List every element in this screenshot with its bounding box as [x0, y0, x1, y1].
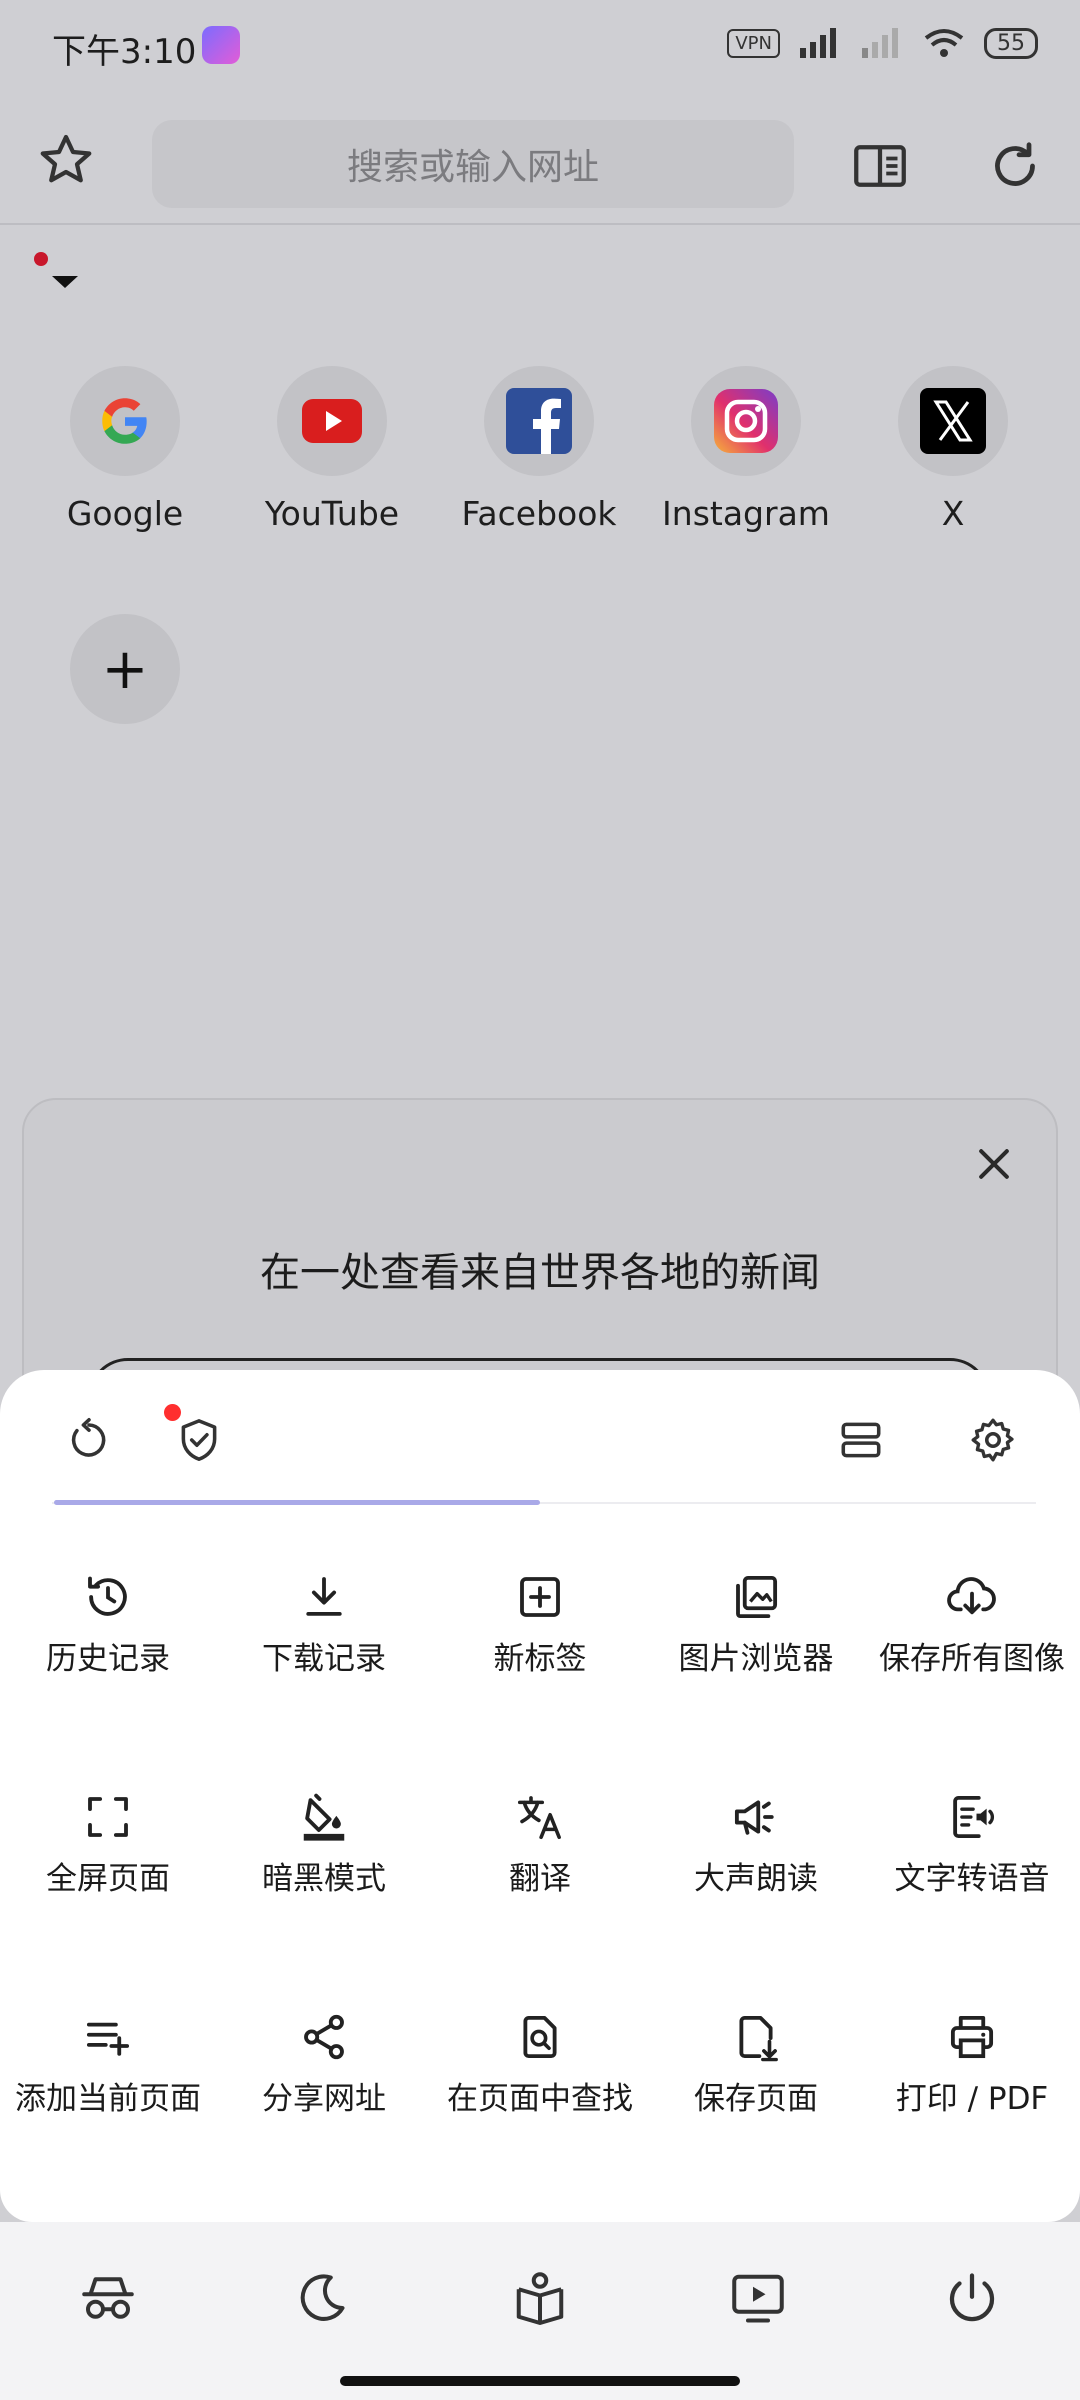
shortcut-label: Google — [66, 494, 184, 533]
menu-item-label: 打印 / PDF — [895, 2081, 1049, 2117]
menu-item-image-viewer[interactable]: 图片浏览器 — [648, 1570, 864, 1680]
menu-item-share-url[interactable]: 分享网址 — [216, 2010, 432, 2120]
menu-item-label: 添加当前页面 — [15, 2081, 201, 2117]
menu-item-label: 下载记录 — [262, 1641, 386, 1677]
wifi-icon — [922, 26, 966, 60]
menu-item-label: 保存页面 — [694, 2081, 818, 2117]
google-icon — [70, 366, 180, 476]
menu-item-print-pdf[interactable]: 打印 / PDF — [864, 2010, 1080, 2120]
menu-item-fullscreen[interactable]: 全屏页面 — [0, 1790, 216, 1900]
facebook-icon — [484, 366, 594, 476]
restore-icon[interactable] — [64, 1415, 114, 1465]
x-logo-icon — [898, 366, 1008, 476]
shortcut-x[interactable]: X — [853, 366, 1053, 533]
tab-switcher-icon[interactable] — [836, 1415, 886, 1465]
youtube-icon — [277, 366, 387, 476]
shortcut-facebook[interactable]: Facebook — [439, 366, 639, 533]
menu-item-add-current-page[interactable]: 添加当前页面 — [0, 2010, 216, 2120]
shield-check-icon[interactable] — [174, 1415, 224, 1465]
megaphone-icon — [729, 1790, 783, 1844]
bookmark-star-icon[interactable] — [36, 130, 96, 190]
menu-item-label: 文字转语音 — [894, 1861, 1050, 1897]
shortcut-label: X — [941, 494, 965, 533]
shortcut-grid: Google YouTube Facebook Instagram X — [0, 366, 1080, 566]
menu-item-downloads[interactable]: 下载记录 — [216, 1570, 432, 1680]
menu-item-history[interactable]: 历史记录 — [0, 1570, 216, 1680]
shortcut-label: Facebook — [461, 494, 617, 533]
status-time: 下午3:10 — [52, 32, 197, 72]
menu-item-label: 大声朗读 — [694, 1861, 818, 1897]
close-icon[interactable] — [972, 1142, 1016, 1186]
add-shortcut-button[interactable]: + — [70, 614, 180, 724]
image-viewer-icon — [729, 1570, 783, 1624]
video-player-icon[interactable] — [728, 2268, 788, 2328]
history-icon — [81, 1570, 135, 1624]
text-to-speech-icon — [945, 1790, 999, 1844]
news-card-title: 在一处查看来自世界各地的新闻 — [260, 1250, 820, 1296]
menu-item-label: 历史记录 — [46, 1641, 170, 1677]
status-bar: 下午3:10 VPN 55 — [0, 0, 1080, 90]
menu-item-save-page[interactable]: 保存页面 — [648, 2010, 864, 2120]
translate-icon — [513, 1790, 567, 1844]
share-icon — [297, 2010, 351, 2064]
menu-item-label: 新标签 — [493, 1641, 587, 1677]
menu-item-find-in-page[interactable]: 在页面中查找 — [432, 2010, 648, 2120]
notification-dot — [34, 252, 48, 266]
menu-item-read-aloud[interactable]: 大声朗读 — [648, 1790, 864, 1900]
fullscreen-icon — [81, 1790, 135, 1844]
reading-list-icon[interactable] — [510, 2268, 570, 2328]
menu-item-label: 分享网址 — [262, 2081, 386, 2117]
incognito-icon[interactable] — [78, 2268, 138, 2328]
paint-bucket-icon — [297, 1790, 351, 1844]
menu-header — [0, 1370, 1080, 1505]
menu-item-label: 保存所有图像 — [879, 1641, 1065, 1677]
power-exit-icon[interactable] — [942, 2268, 1002, 2328]
browser-menu-sheet: 历史记录 下载记录 新标签 图片浏览器 保存所有图像 全屏页面 暗黑模式 翻译 … — [0, 1370, 1080, 2222]
shortcut-google[interactable]: Google — [25, 366, 225, 533]
page-indicator — [54, 1500, 540, 1505]
menu-item-label: 在页面中查找 — [447, 2081, 633, 2117]
bottom-toolbar — [0, 2222, 1080, 2400]
instagram-icon — [691, 366, 801, 476]
status-indicators: VPN 55 — [727, 26, 1038, 60]
home-indicator[interactable] — [340, 2376, 740, 2386]
menu-item-save-all-images[interactable]: 保存所有图像 — [864, 1570, 1080, 1680]
shortcut-instagram[interactable]: Instagram — [646, 366, 846, 533]
browser-toolbar: 搜索或输入网址 — [0, 110, 1080, 225]
menu-item-label: 暗黑模式 — [262, 1861, 386, 1897]
signal-weak-icon — [860, 26, 904, 60]
reader-mode-icon[interactable] — [850, 136, 910, 196]
save-page-icon — [729, 2010, 783, 2064]
reload-icon[interactable] — [985, 136, 1045, 196]
search-input[interactable]: 搜索或输入网址 — [152, 120, 794, 208]
find-in-page-icon — [513, 2010, 567, 2064]
menu-item-label: 全屏页面 — [46, 1861, 170, 1897]
download-icon — [297, 1570, 351, 1624]
print-icon — [945, 2010, 999, 2064]
menu-item-label: 图片浏览器 — [678, 1641, 834, 1677]
shortcut-youtube[interactable]: YouTube — [232, 366, 432, 533]
playlist-add-icon — [81, 2010, 135, 2064]
battery-icon: 55 — [984, 27, 1038, 59]
menu-item-translate[interactable]: 翻译 — [432, 1790, 648, 1900]
new-tab-icon — [513, 1570, 567, 1624]
signal-icon — [798, 26, 842, 60]
dropdown-arrow-icon[interactable] — [52, 276, 78, 288]
vpn-icon: VPN — [727, 28, 780, 58]
menu-item-label: 翻译 — [509, 1861, 571, 1897]
night-mode-icon[interactable] — [292, 2268, 352, 2328]
menu-item-text-to-speech[interactable]: 文字转语音 — [864, 1790, 1080, 1900]
shortcut-label: Instagram — [662, 494, 830, 533]
notification-dot — [164, 1404, 181, 1421]
cloud-download-icon — [945, 1570, 999, 1624]
settings-gear-icon[interactable] — [968, 1415, 1018, 1465]
menu-item-new-tab[interactable]: 新标签 — [432, 1570, 648, 1680]
app-notification-icon — [202, 26, 240, 64]
shortcut-label: YouTube — [264, 494, 400, 533]
menu-item-dark-mode[interactable]: 暗黑模式 — [216, 1790, 432, 1900]
